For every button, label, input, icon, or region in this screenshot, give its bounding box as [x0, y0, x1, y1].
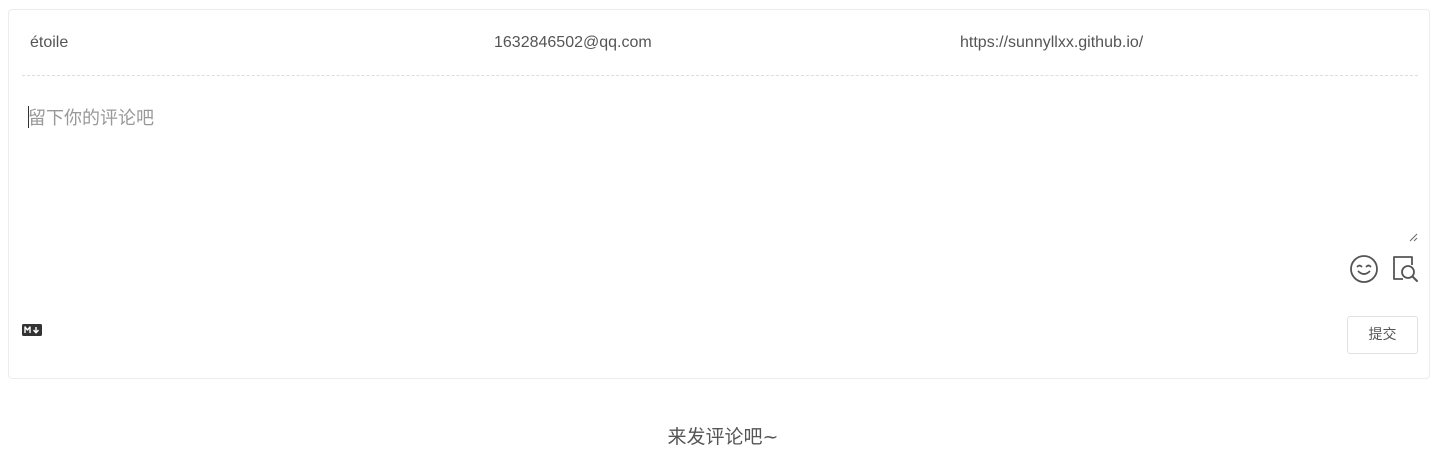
markdown-icon[interactable] [22, 324, 42, 336]
emoji-face-icon [1350, 255, 1378, 283]
preview-button[interactable] [1390, 254, 1420, 284]
comment-textarea[interactable]: 留下你的评论吧 [22, 80, 1418, 242]
preview-search-icon [1393, 256, 1418, 282]
nickname-input[interactable] [30, 10, 470, 76]
email-input[interactable] [494, 10, 934, 76]
comment-form-panel: 留下你的评论吧 提交 [8, 9, 1430, 379]
submit-button[interactable]: 提交 [1347, 316, 1418, 354]
editor-toolbar [1349, 254, 1429, 288]
empty-comments-message: 来发评论吧~ [667, 426, 779, 448]
comment-meta-row [22, 10, 1418, 76]
text-caret [28, 106, 29, 128]
resize-handle-icon[interactable] [1408, 232, 1418, 242]
website-input[interactable] [960, 10, 1400, 76]
comment-textarea-placeholder: 留下你的评论吧 [28, 108, 154, 129]
emoji-button[interactable] [1349, 254, 1379, 284]
